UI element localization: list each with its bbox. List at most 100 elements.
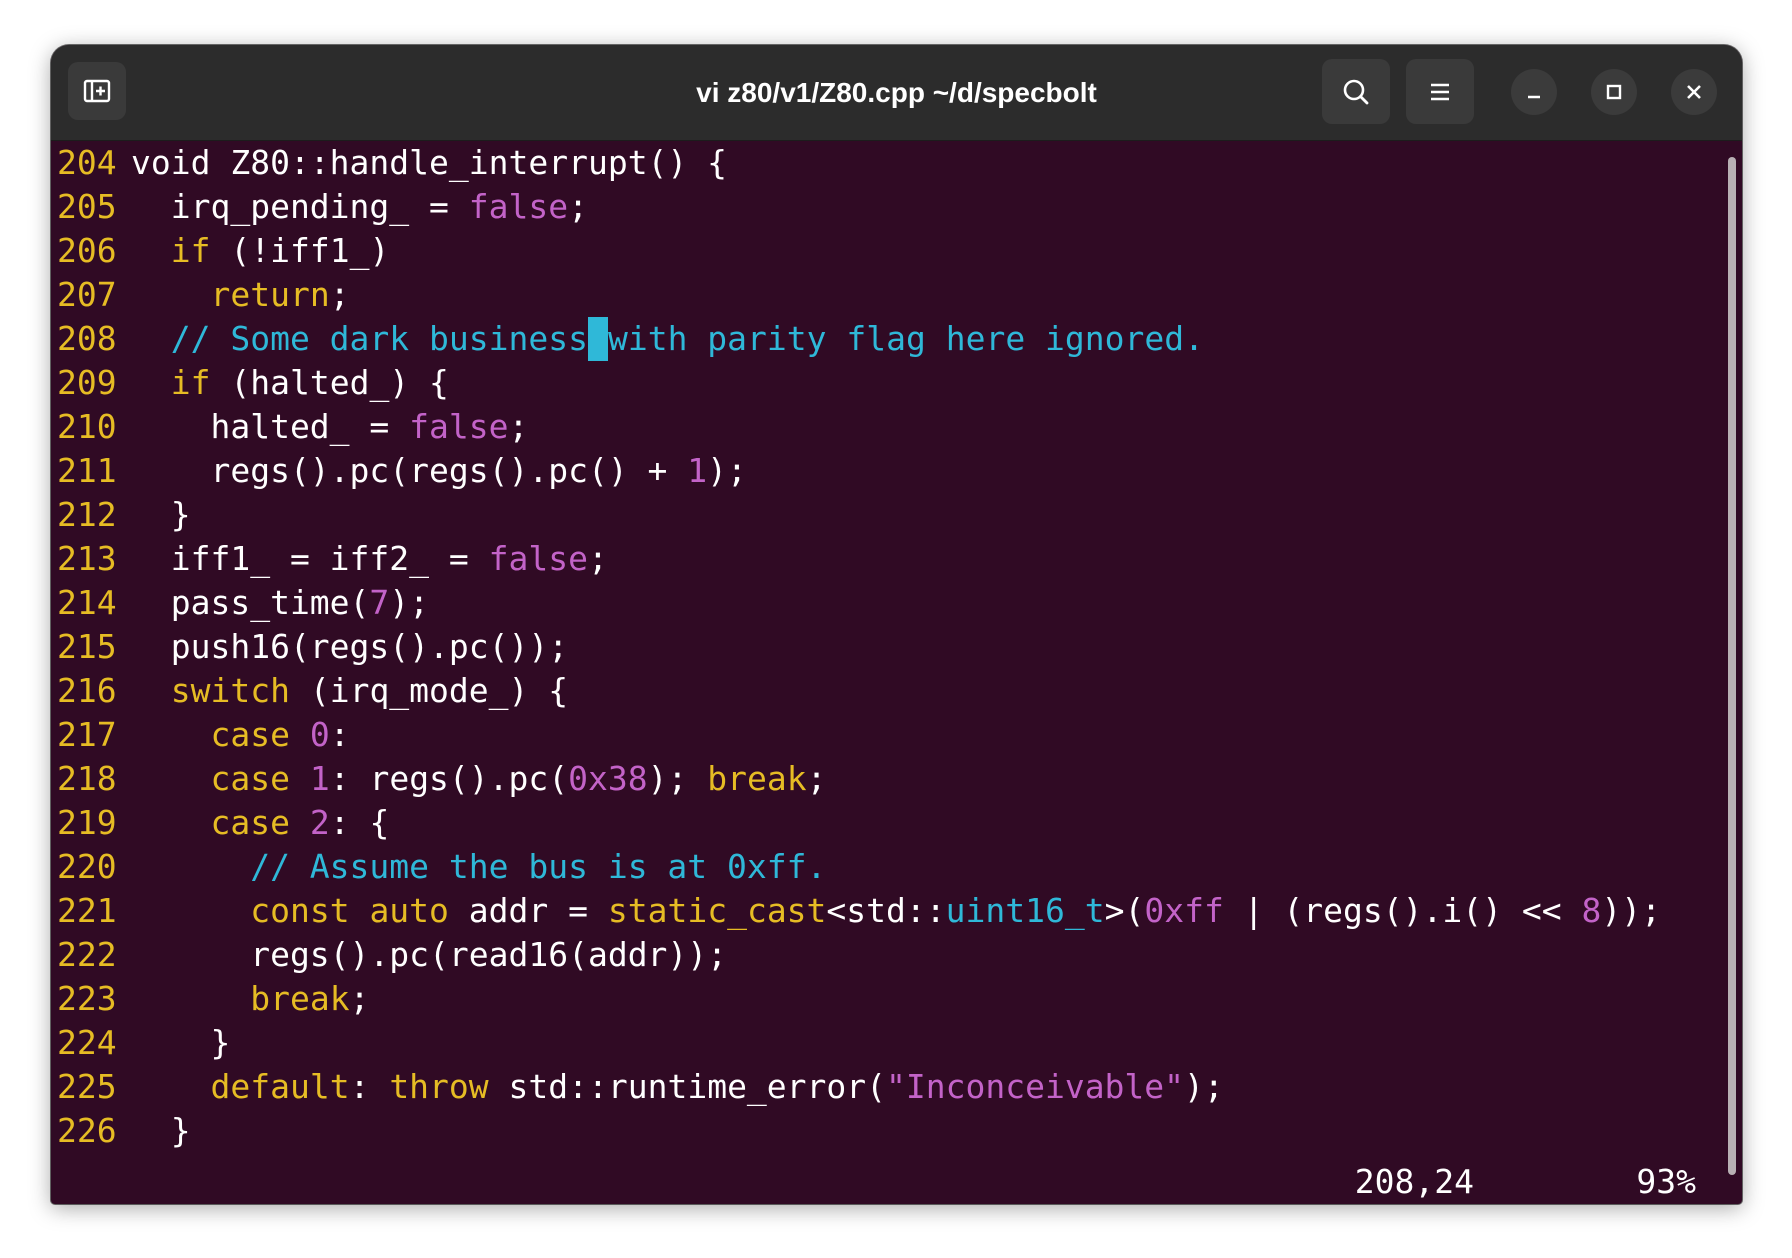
code-token: :	[349, 1067, 390, 1106]
line-number: 216	[57, 671, 117, 710]
code-line[interactable]: 213 iff1_ = iff2_ = false;	[57, 537, 608, 581]
code-line[interactable]: 222 regs().pc(read16(addr));	[57, 933, 727, 977]
code-token: case	[210, 803, 290, 842]
code-token: false	[468, 187, 569, 226]
line-number: 214	[57, 583, 117, 622]
code-text: }	[131, 495, 191, 534]
line-number: 226	[57, 1111, 117, 1150]
maximize-icon	[1606, 84, 1622, 100]
search-button[interactable]	[1322, 59, 1390, 124]
code-line[interactable]: 216 switch (irq_mode_) {	[57, 669, 568, 713]
terminal-window: vi z80/v1/Z80.cpp ~/d/specbolt 204 void …	[51, 45, 1742, 1204]
code-line[interactable]: 215 push16(regs().pc());	[57, 625, 568, 669]
code-token: ;	[568, 187, 588, 226]
code-token: : {	[329, 803, 390, 842]
title-bar[interactable]: vi z80/v1/Z80.cpp ~/d/specbolt	[51, 45, 1742, 141]
vim-editor[interactable]: 204 void Z80::handle_interrupt() {205 irq…	[51, 141, 1742, 1204]
code-token: >(	[1104, 891, 1145, 930]
text-cursor	[587, 317, 608, 361]
scroll-percent: 93%	[1636, 1162, 1696, 1201]
code-token: }	[131, 495, 191, 534]
line-number: 212	[57, 495, 117, 534]
line-number: 211	[57, 451, 117, 490]
code-line[interactable]: 224 }	[57, 1021, 230, 1065]
line-number: 208	[57, 319, 117, 358]
code-line[interactable]: 209 if (halted_) {	[57, 361, 449, 405]
line-number: 207	[57, 275, 117, 314]
code-text: // Some dark business with parity flag h…	[131, 317, 1204, 361]
code-line[interactable]: 211 regs().pc(regs().pc() + 1);	[57, 449, 747, 493]
code-text: break;	[131, 979, 369, 1018]
code-token: // Some dark business	[131, 319, 588, 358]
code-line[interactable]: 225 default: throw std::runtime_error("I…	[57, 1065, 1224, 1109]
code-token: false	[409, 407, 509, 446]
code-token: );	[647, 759, 708, 798]
code-token: );	[389, 583, 430, 622]
code-token: <std::	[826, 891, 946, 930]
code-line[interactable]: 220 // Assume the bus is at 0xff.	[57, 845, 826, 889]
code-line[interactable]: 204 void Z80::handle_interrupt() {	[57, 141, 727, 185]
code-line[interactable]: 221 const auto addr = static_cast<std::u…	[57, 889, 1661, 933]
code-line[interactable]: 217 case 0:	[57, 713, 350, 757]
code-token: case	[210, 759, 290, 798]
code-token: regs().pc(regs().pc() +	[131, 451, 688, 490]
code-token: "Inconceivable"	[886, 1067, 1185, 1106]
code-token: uint16_t	[945, 891, 1105, 930]
line-number: 219	[57, 803, 117, 842]
code-token: false	[488, 539, 588, 578]
code-token: 1	[687, 451, 708, 490]
code-text: if (!iff1_)	[131, 231, 390, 270]
menu-button[interactable]	[1406, 59, 1474, 124]
line-number: 222	[57, 935, 117, 974]
maximize-button[interactable]	[1591, 69, 1637, 115]
code-text: halted_ = false;	[131, 407, 528, 446]
scrollbar[interactable]	[1728, 157, 1736, 1175]
close-icon	[1687, 85, 1701, 99]
code-token: 0	[309, 715, 330, 754]
close-button[interactable]	[1671, 69, 1717, 115]
code-line[interactable]: 218 case 1: regs().pc(0x38); break;	[57, 757, 826, 801]
minimize-button[interactable]	[1511, 69, 1557, 115]
line-number: 225	[57, 1067, 117, 1106]
code-token: return	[210, 275, 330, 314]
code-line[interactable]: 219 case 2: {	[57, 801, 389, 845]
code-line[interactable]: 214 pass_time(7);	[57, 581, 429, 625]
code-token: if	[170, 231, 211, 270]
code-line[interactable]: 210 halted_ = false;	[57, 405, 528, 449]
code-text: void Z80::handle_interrupt() {	[131, 143, 727, 182]
code-line[interactable]: 208 // Some dark business with parity fl…	[57, 317, 1204, 361]
code-token: ;	[587, 539, 608, 578]
code-text: return;	[131, 275, 349, 314]
code-text: regs().pc(read16(addr));	[131, 935, 727, 974]
code-line[interactable]: 207 return;	[57, 273, 350, 317]
code-token: : regs().pc(	[329, 759, 569, 798]
new-tab-button[interactable]	[68, 62, 126, 120]
code-line[interactable]: 212 }	[57, 493, 191, 537]
code-line[interactable]: 206 if (!iff1_)	[57, 229, 389, 273]
code-token: (!iff1_)	[210, 231, 390, 270]
code-token: static_cast	[607, 891, 827, 930]
code-line[interactable]: 205 irq_pending_ = false;	[57, 185, 588, 229]
code-text: case 2: {	[131, 803, 389, 842]
code-token: std::runtime_error(	[488, 1067, 887, 1106]
code-line[interactable]: 223 break;	[57, 977, 369, 1021]
code-text: const auto addr = static_cast<std::uint1…	[131, 891, 1661, 930]
code-token: ;	[806, 759, 827, 798]
code-line[interactable]: 226 }	[57, 1109, 191, 1153]
code-token: const	[250, 891, 350, 930]
hamburger-menu-icon	[1431, 83, 1449, 100]
line-number: 218	[57, 759, 117, 798]
code-token: irq_pending_ =	[131, 187, 469, 226]
new-tab-icon	[83, 79, 111, 103]
code-token: with parity flag here ignored.	[607, 319, 1204, 358]
code-token: default	[210, 1067, 350, 1106]
